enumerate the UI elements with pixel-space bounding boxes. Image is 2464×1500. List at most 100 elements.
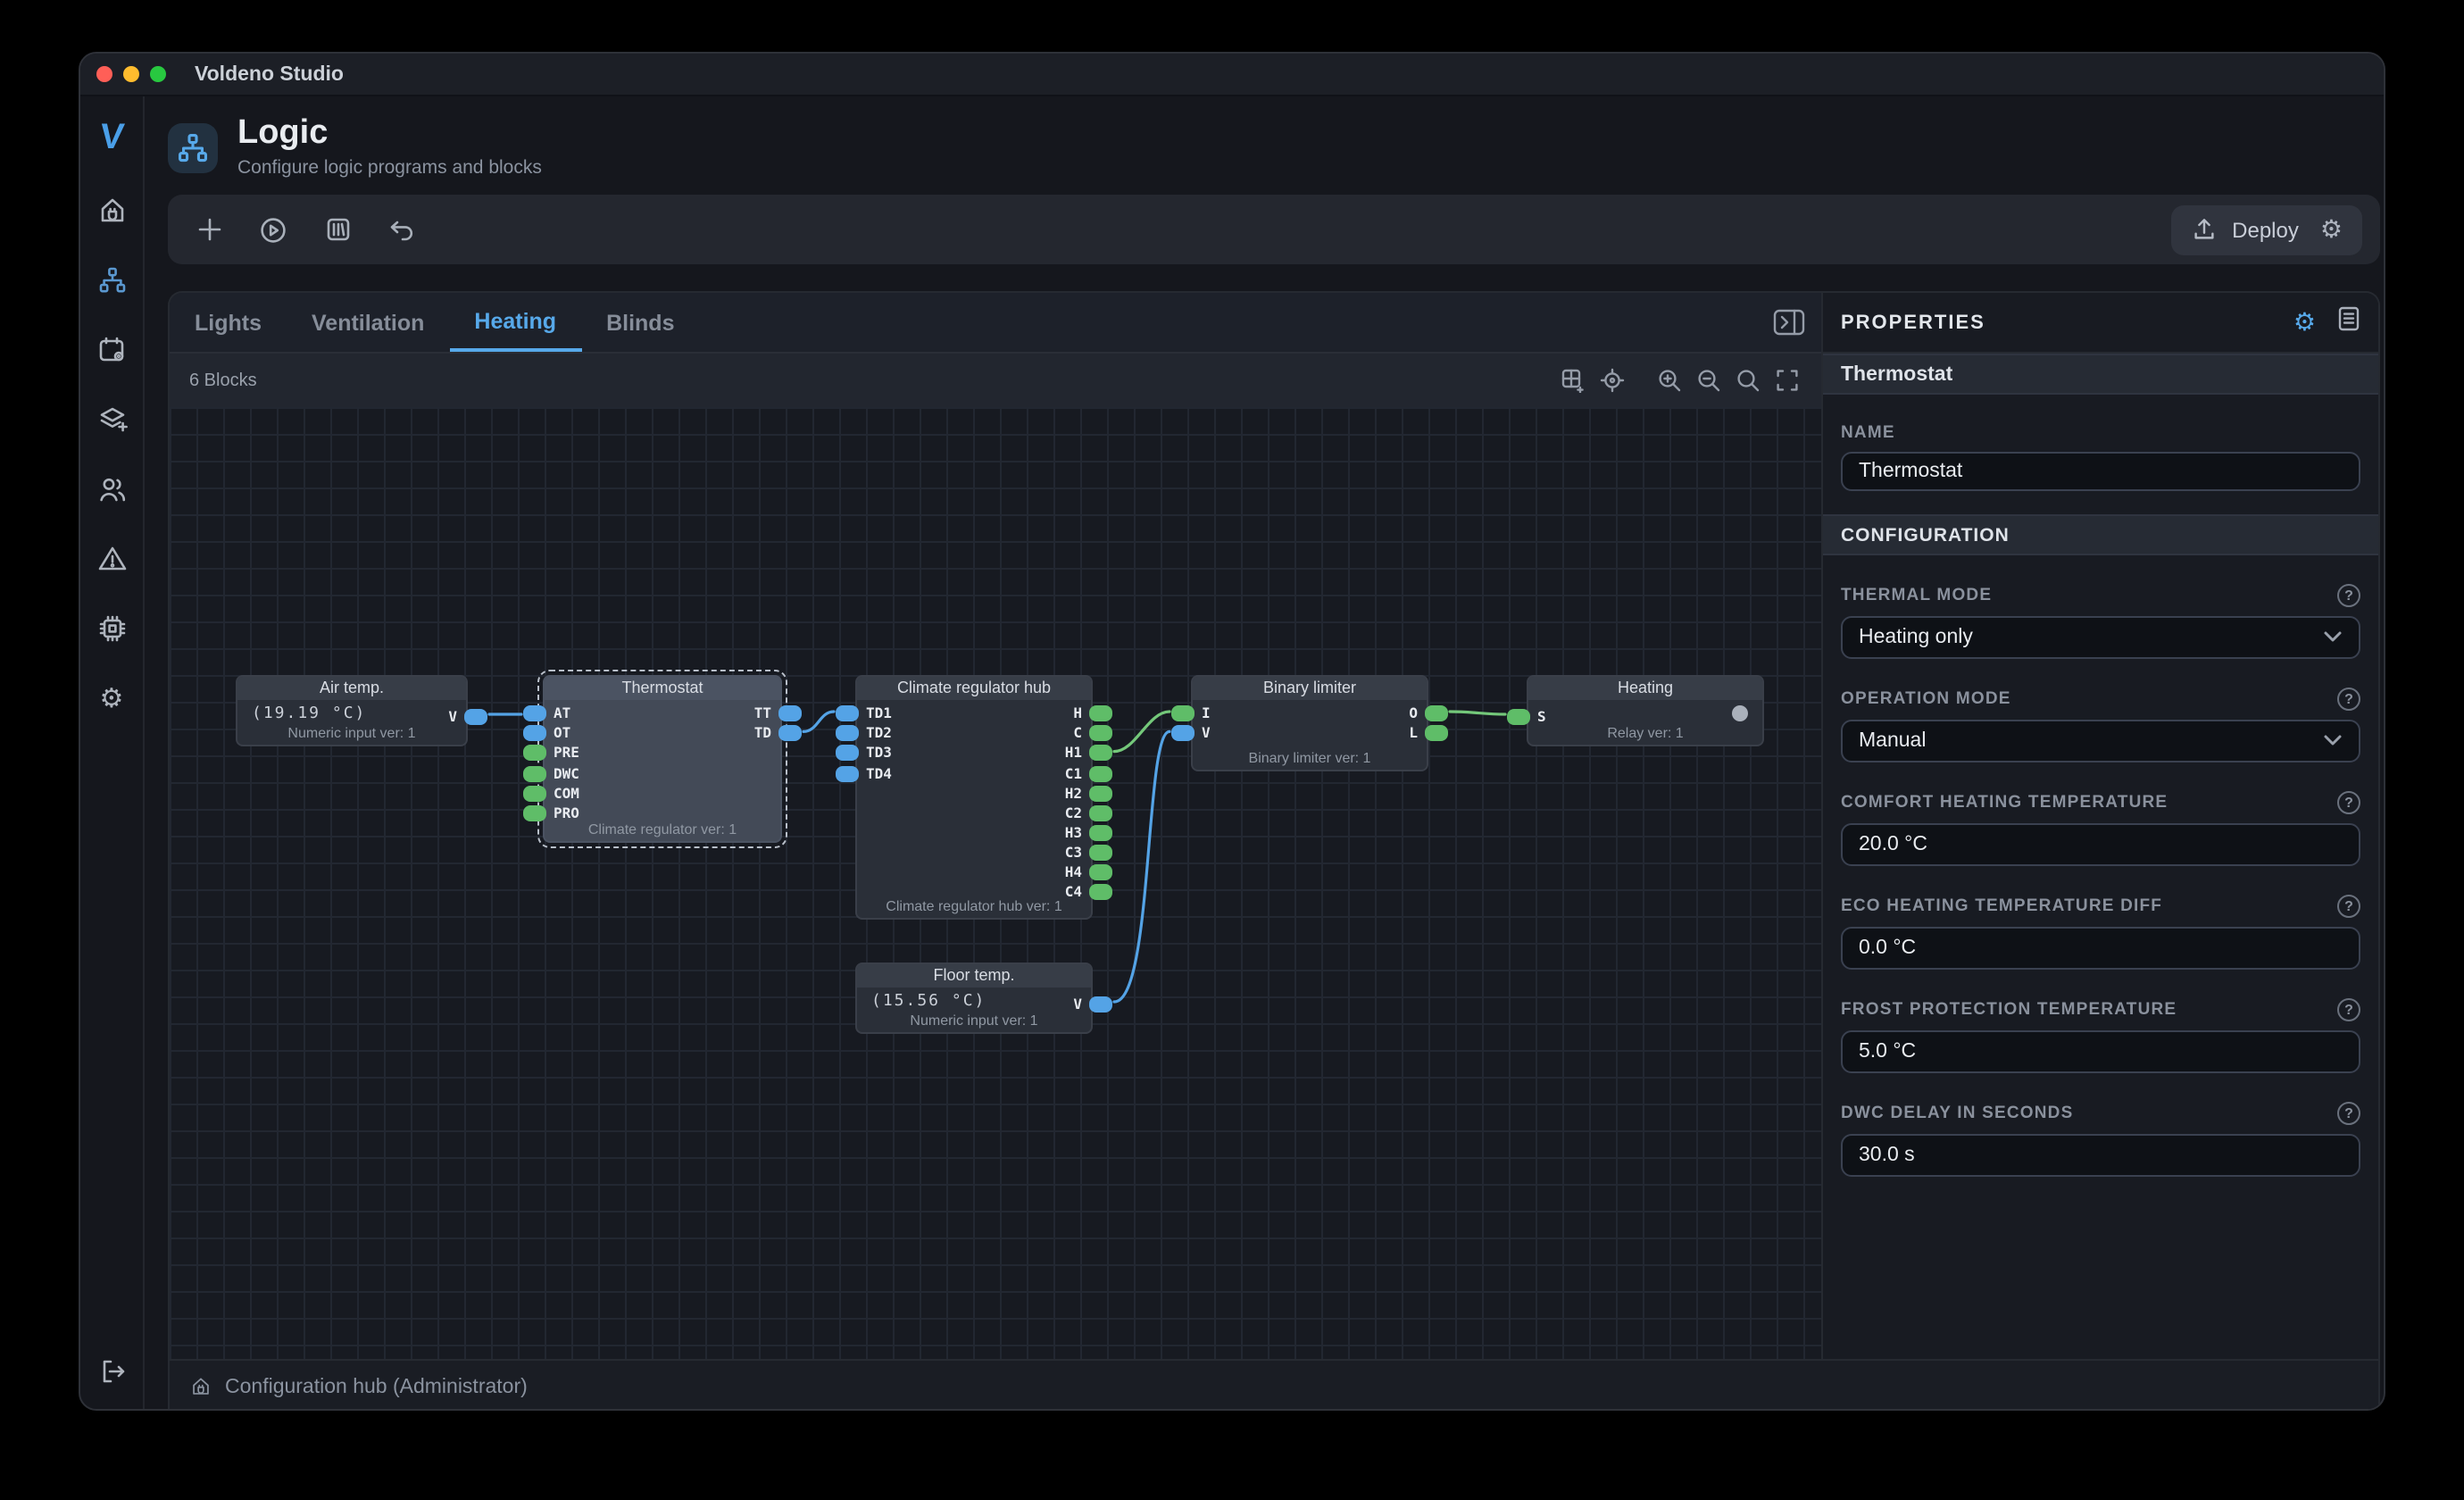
input-port[interactable]: AT: [523, 705, 570, 721]
input-port[interactable]: V: [1171, 725, 1211, 741]
home-plug-icon[interactable]: [96, 195, 128, 227]
add-block-icon[interactable]: [186, 206, 232, 253]
port-pill[interactable]: [1089, 884, 1112, 900]
output-port[interactable]: V: [1073, 996, 1112, 1012]
port-pill[interactable]: [523, 705, 546, 721]
close-window-button[interactable]: [96, 66, 112, 82]
port-pill[interactable]: [523, 805, 546, 821]
output-port[interactable]: H1: [1065, 745, 1112, 761]
undo-icon[interactable]: [379, 206, 425, 253]
operation-mode-select[interactable]: Manual: [1841, 720, 2360, 762]
add-grid-block-icon[interactable]: [1555, 362, 1591, 398]
port-pill[interactable]: [523, 745, 546, 761]
wire-floortemp-limiter[interactable]: [1114, 731, 1170, 1002]
dwc-delay-input[interactable]: 30.0 s: [1841, 1134, 2360, 1177]
output-port[interactable]: TD: [754, 725, 802, 741]
port-pill[interactable]: [836, 765, 859, 781]
thermal-mode-select[interactable]: Heating only: [1841, 616, 2360, 659]
tab-lights[interactable]: Lights: [170, 293, 287, 352]
properties-doc-icon[interactable]: [2337, 304, 2360, 340]
logic-flow-icon[interactable]: [96, 264, 128, 296]
eco-heating-temperature-diff-input[interactable]: 0.0 °C: [1841, 927, 2360, 970]
port-pill[interactable]: [1089, 705, 1112, 721]
layers-plus-icon[interactable]: [96, 404, 128, 436]
zoom-out-icon[interactable]: [1691, 362, 1727, 398]
center-target-icon[interactable]: [1594, 362, 1630, 398]
zoom-in-icon[interactable]: [1652, 362, 1687, 398]
properties-settings-icon[interactable]: ⚙: [2293, 308, 2316, 337]
port-pill[interactable]: [836, 705, 859, 721]
input-port[interactable]: TD4: [836, 765, 892, 781]
port-pill[interactable]: [778, 705, 802, 721]
output-port[interactable]: O: [1409, 705, 1448, 721]
output-port[interactable]: L: [1409, 725, 1448, 741]
port-pill[interactable]: [1171, 705, 1195, 721]
output-port[interactable]: H4: [1065, 864, 1112, 880]
chip-icon[interactable]: [96, 612, 128, 645]
help-icon[interactable]: ?: [2337, 895, 2360, 918]
port-pill[interactable]: [1089, 745, 1112, 761]
calendar-gear-icon[interactable]: [96, 334, 128, 366]
port-pill[interactable]: [1089, 785, 1112, 801]
port-pill[interactable]: [1171, 725, 1195, 741]
help-icon[interactable]: ?: [2337, 791, 2360, 814]
port-pill[interactable]: [1425, 725, 1448, 741]
port-pill[interactable]: [1425, 705, 1448, 721]
port-pill[interactable]: [1089, 864, 1112, 880]
input-port[interactable]: OT: [523, 725, 570, 741]
output-port[interactable]: H: [1073, 705, 1112, 721]
port-pill[interactable]: [523, 765, 546, 781]
port-pill[interactable]: [1089, 765, 1112, 781]
node-climate-regulator-hub[interactable]: Climate regulator hub TD1 TD2 TD3 TD4 H …: [855, 675, 1093, 920]
users-icon[interactable]: [96, 473, 128, 505]
input-port[interactable]: S: [1507, 708, 1546, 724]
wire-limiter-heating[interactable]: [1450, 712, 1505, 714]
node-thermostat[interactable]: Thermostat AT OT PRE DWC COM PRO TT TD: [543, 675, 782, 843]
output-port[interactable]: C1: [1065, 765, 1112, 781]
output-port[interactable]: V: [448, 708, 487, 724]
output-port[interactable]: TT: [754, 705, 802, 721]
port-pill[interactable]: [1089, 725, 1112, 741]
logout-icon[interactable]: [96, 1355, 128, 1388]
logic-canvas[interactable]: Air temp. (19.19 °C) V Numeric input ver…: [170, 407, 1821, 1359]
input-port[interactable]: I: [1171, 705, 1211, 721]
settings-gear-icon[interactable]: ⚙: [96, 682, 128, 714]
wire-hub-limiter[interactable]: [1114, 712, 1170, 752]
warning-triangle-icon[interactable]: [96, 543, 128, 575]
deploy-button[interactable]: Deploy ⚙: [2171, 204, 2362, 254]
input-port[interactable]: COM: [523, 785, 579, 801]
input-port[interactable]: TD3: [836, 745, 892, 761]
minimize-window-button[interactable]: [123, 66, 139, 82]
fullscreen-icon[interactable]: [1769, 362, 1805, 398]
zoom-window-button[interactable]: [150, 66, 166, 82]
port-pill[interactable]: [523, 785, 546, 801]
output-port[interactable]: C3: [1065, 845, 1112, 861]
search-icon[interactable]: [1730, 362, 1766, 398]
node-binary-limiter[interactable]: Binary limiter I V O L Binary limiter ve…: [1191, 675, 1428, 771]
wire-thermostat-hub[interactable]: [803, 712, 834, 731]
port-pill[interactable]: [1507, 708, 1530, 724]
help-icon[interactable]: ?: [2337, 584, 2360, 607]
input-port[interactable]: TD2: [836, 725, 892, 741]
help-icon[interactable]: ?: [2337, 998, 2360, 1021]
collapse-panel-icon[interactable]: [1773, 309, 1805, 336]
input-port[interactable]: PRO: [523, 805, 579, 821]
output-port[interactable]: H2: [1065, 785, 1112, 801]
run-play-icon[interactable]: [250, 206, 296, 253]
output-port[interactable]: C: [1073, 725, 1112, 741]
name-input[interactable]: Thermostat: [1841, 452, 2360, 491]
output-port[interactable]: C2: [1065, 805, 1112, 821]
output-port[interactable]: H3: [1065, 825, 1112, 841]
port-pill[interactable]: [464, 708, 487, 724]
node-air-temp[interactable]: Air temp. (19.19 °C) V Numeric input ver…: [236, 675, 468, 746]
port-pill[interactable]: [836, 725, 859, 741]
port-pill[interactable]: [523, 725, 546, 741]
input-port[interactable]: DWC: [523, 765, 579, 781]
port-pill[interactable]: [1089, 805, 1112, 821]
input-port[interactable]: TD1: [836, 705, 892, 721]
port-pill[interactable]: [1089, 996, 1112, 1012]
node-floor-temp[interactable]: Floor temp. (15.56 °C) V Numeric input v…: [855, 962, 1093, 1034]
comfort-heating-temperature-input[interactable]: 20.0 °C: [1841, 823, 2360, 866]
input-port[interactable]: PRE: [523, 745, 579, 761]
frost-protection-temperature-input[interactable]: 5.0 °C: [1841, 1030, 2360, 1073]
